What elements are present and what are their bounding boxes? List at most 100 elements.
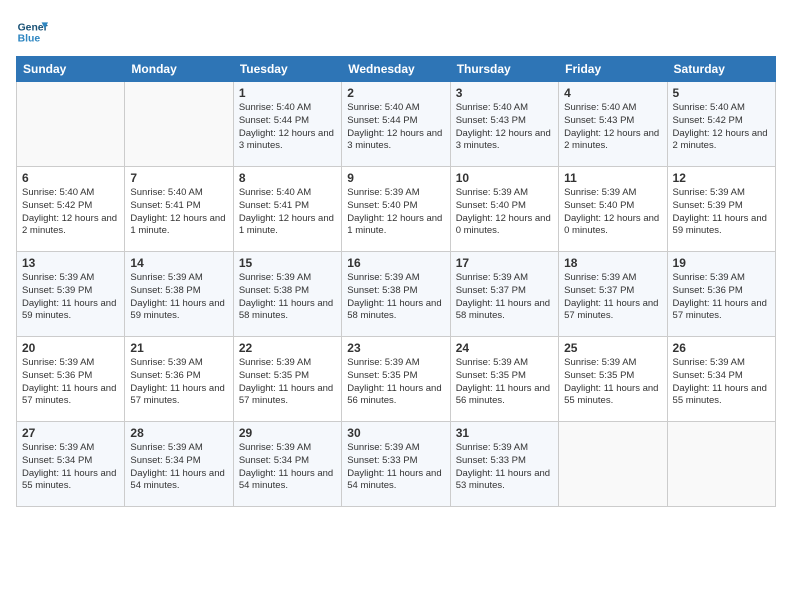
day-number: 27 (22, 426, 119, 440)
day-info: Sunrise: 5:39 AM Sunset: 5:36 PM Dayligh… (673, 272, 770, 323)
day-number: 24 (456, 341, 553, 355)
calendar-cell: 29 Sunrise: 5:39 AM Sunset: 5:34 PM Dayli… (233, 422, 341, 507)
day-info: Sunrise: 5:39 AM Sunset: 5:34 PM Dayligh… (239, 442, 336, 493)
calendar-cell (667, 422, 775, 507)
day-info: Sunrise: 5:39 AM Sunset: 5:39 PM Dayligh… (22, 272, 119, 323)
day-info: Sunrise: 5:40 AM Sunset: 5:44 PM Dayligh… (347, 102, 444, 153)
calendar-cell (17, 82, 125, 167)
day-number: 10 (456, 171, 553, 185)
day-info: Sunrise: 5:39 AM Sunset: 5:40 PM Dayligh… (456, 187, 553, 238)
day-info: Sunrise: 5:40 AM Sunset: 5:44 PM Dayligh… (239, 102, 336, 153)
day-info: Sunrise: 5:39 AM Sunset: 5:39 PM Dayligh… (673, 187, 770, 238)
day-number: 6 (22, 171, 119, 185)
day-info: Sunrise: 5:39 AM Sunset: 5:35 PM Dayligh… (564, 357, 661, 408)
calendar-cell: 30Sunrise: 5:39 AM Sunset: 5:33 PM Dayli… (342, 422, 450, 507)
day-number: 28 (130, 426, 227, 440)
calendar-week-row: 1 Sunrise: 5:40 AM Sunset: 5:44 PM Daylig… (17, 82, 776, 167)
calendar-cell: 23Sunrise: 5:39 AM Sunset: 5:35 PM Dayli… (342, 337, 450, 422)
calendar-week-row: 6 Sunrise: 5:40 AM Sunset: 5:42 PM Daylig… (17, 167, 776, 252)
day-info: Sunrise: 5:40 AM Sunset: 5:43 PM Dayligh… (456, 102, 553, 153)
day-number: 30 (347, 426, 444, 440)
calendar-cell (125, 82, 233, 167)
day-number: 25 (564, 341, 661, 355)
calendar-cell (559, 422, 667, 507)
day-number: 20 (22, 341, 119, 355)
calendar-cell: 19 Sunrise: 5:39 AM Sunset: 5:36 PM Dayli… (667, 252, 775, 337)
day-info: Sunrise: 5:39 AM Sunset: 5:40 PM Dayligh… (347, 187, 444, 238)
calendar-cell: 31 Sunrise: 5:39 AM Sunset: 5:33 PM Dayli… (450, 422, 558, 507)
weekday-header: Wednesday (342, 57, 450, 82)
day-info: Sunrise: 5:39 AM Sunset: 5:36 PM Dayligh… (22, 357, 119, 408)
calendar-cell: 2 Sunrise: 5:40 AM Sunset: 5:44 PM Daylig… (342, 82, 450, 167)
day-number: 19 (673, 256, 770, 270)
day-info: Sunrise: 5:39 AM Sunset: 5:35 PM Dayligh… (239, 357, 336, 408)
day-info: Sunrise: 5:39 AM Sunset: 5:38 PM Dayligh… (239, 272, 336, 323)
calendar-cell: 10 Sunrise: 5:39 AM Sunset: 5:40 PM Dayli… (450, 167, 558, 252)
calendar-cell: 20 Sunrise: 5:39 AM Sunset: 5:36 PM Dayli… (17, 337, 125, 422)
calendar-cell: 8 Sunrise: 5:40 AM Sunset: 5:41 PM Daylig… (233, 167, 341, 252)
calendar-cell: 3 Sunrise: 5:40 AM Sunset: 5:43 PM Daylig… (450, 82, 558, 167)
day-number: 1 (239, 86, 336, 100)
day-info: Sunrise: 5:40 AM Sunset: 5:42 PM Dayligh… (673, 102, 770, 153)
day-info: Sunrise: 5:39 AM Sunset: 5:37 PM Dayligh… (456, 272, 553, 323)
day-number: 8 (239, 171, 336, 185)
svg-text:Blue: Blue (18, 34, 41, 45)
calendar-cell: 11 Sunrise: 5:39 AM Sunset: 5:40 PM Dayli… (559, 167, 667, 252)
calendar-cell: 15Sunrise: 5:39 AM Sunset: 5:38 PM Dayli… (233, 252, 341, 337)
day-number: 3 (456, 86, 553, 100)
day-number: 29 (239, 426, 336, 440)
weekday-header: Friday (559, 57, 667, 82)
day-info: Sunrise: 5:39 AM Sunset: 5:40 PM Dayligh… (564, 187, 661, 238)
day-info: Sunrise: 5:39 AM Sunset: 5:34 PM Dayligh… (673, 357, 770, 408)
calendar-cell: 9 Sunrise: 5:39 AM Sunset: 5:40 PM Daylig… (342, 167, 450, 252)
calendar-header: SundayMondayTuesdayWednesdayThursdayFrid… (17, 57, 776, 82)
calendar-cell: 24 Sunrise: 5:39 AM Sunset: 5:35 PM Dayli… (450, 337, 558, 422)
day-info: Sunrise: 5:39 AM Sunset: 5:33 PM Dayligh… (456, 442, 553, 493)
calendar-cell: 22 Sunrise: 5:39 AM Sunset: 5:35 PM Dayli… (233, 337, 341, 422)
calendar-week-row: 13 Sunrise: 5:39 AM Sunset: 5:39 PM Dayli… (17, 252, 776, 337)
day-number: 9 (347, 171, 444, 185)
calendar-cell: 16 Sunrise: 5:39 AM Sunset: 5:38 PM Dayli… (342, 252, 450, 337)
day-info: Sunrise: 5:39 AM Sunset: 5:36 PM Dayligh… (130, 357, 227, 408)
calendar-cell: 14Sunrise: 5:39 AM Sunset: 5:38 PM Dayli… (125, 252, 233, 337)
weekday-header: Saturday (667, 57, 775, 82)
page-header: General Blue (16, 16, 776, 48)
calendar-cell: 28 Sunrise: 5:39 AM Sunset: 5:34 PM Dayli… (125, 422, 233, 507)
calendar-cell: 21Sunrise: 5:39 AM Sunset: 5:36 PM Dayli… (125, 337, 233, 422)
calendar-cell: 18Sunrise: 5:39 AM Sunset: 5:37 PM Dayli… (559, 252, 667, 337)
logo-icon: General Blue (16, 16, 48, 48)
day-number: 17 (456, 256, 553, 270)
day-number: 13 (22, 256, 119, 270)
calendar-week-row: 20 Sunrise: 5:39 AM Sunset: 5:36 PM Dayli… (17, 337, 776, 422)
calendar-cell: 7 Sunrise: 5:40 AM Sunset: 5:41 PM Daylig… (125, 167, 233, 252)
day-info: Sunrise: 5:40 AM Sunset: 5:41 PM Dayligh… (130, 187, 227, 238)
calendar-cell: 4Sunrise: 5:40 AM Sunset: 5:43 PM Daylig… (559, 82, 667, 167)
day-number: 23 (347, 341, 444, 355)
calendar-cell: 17 Sunrise: 5:39 AM Sunset: 5:37 PM Dayli… (450, 252, 558, 337)
day-info: Sunrise: 5:40 AM Sunset: 5:41 PM Dayligh… (239, 187, 336, 238)
calendar-table: SundayMondayTuesdayWednesdayThursdayFrid… (16, 56, 776, 507)
day-number: 11 (564, 171, 661, 185)
weekday-header: Sunday (17, 57, 125, 82)
logo: General Blue (16, 16, 52, 48)
weekday-header: Monday (125, 57, 233, 82)
day-info: Sunrise: 5:39 AM Sunset: 5:35 PM Dayligh… (456, 357, 553, 408)
day-number: 18 (564, 256, 661, 270)
calendar-cell: 27 Sunrise: 5:39 AM Sunset: 5:34 PM Dayli… (17, 422, 125, 507)
day-number: 31 (456, 426, 553, 440)
day-info: Sunrise: 5:39 AM Sunset: 5:34 PM Dayligh… (130, 442, 227, 493)
day-number: 12 (673, 171, 770, 185)
day-number: 2 (347, 86, 444, 100)
calendar-cell: 13 Sunrise: 5:39 AM Sunset: 5:39 PM Dayli… (17, 252, 125, 337)
day-number: 16 (347, 256, 444, 270)
day-info: Sunrise: 5:39 AM Sunset: 5:38 PM Dayligh… (347, 272, 444, 323)
day-number: 22 (239, 341, 336, 355)
weekday-header: Thursday (450, 57, 558, 82)
day-info: Sunrise: 5:40 AM Sunset: 5:42 PM Dayligh… (22, 187, 119, 238)
calendar-cell: 5Sunrise: 5:40 AM Sunset: 5:42 PM Daylig… (667, 82, 775, 167)
calendar-cell: 12 Sunrise: 5:39 AM Sunset: 5:39 PM Dayli… (667, 167, 775, 252)
calendar-cell: 25 Sunrise: 5:39 AM Sunset: 5:35 PM Dayli… (559, 337, 667, 422)
day-number: 7 (130, 171, 227, 185)
day-info: Sunrise: 5:39 AM Sunset: 5:34 PM Dayligh… (22, 442, 119, 493)
day-number: 26 (673, 341, 770, 355)
